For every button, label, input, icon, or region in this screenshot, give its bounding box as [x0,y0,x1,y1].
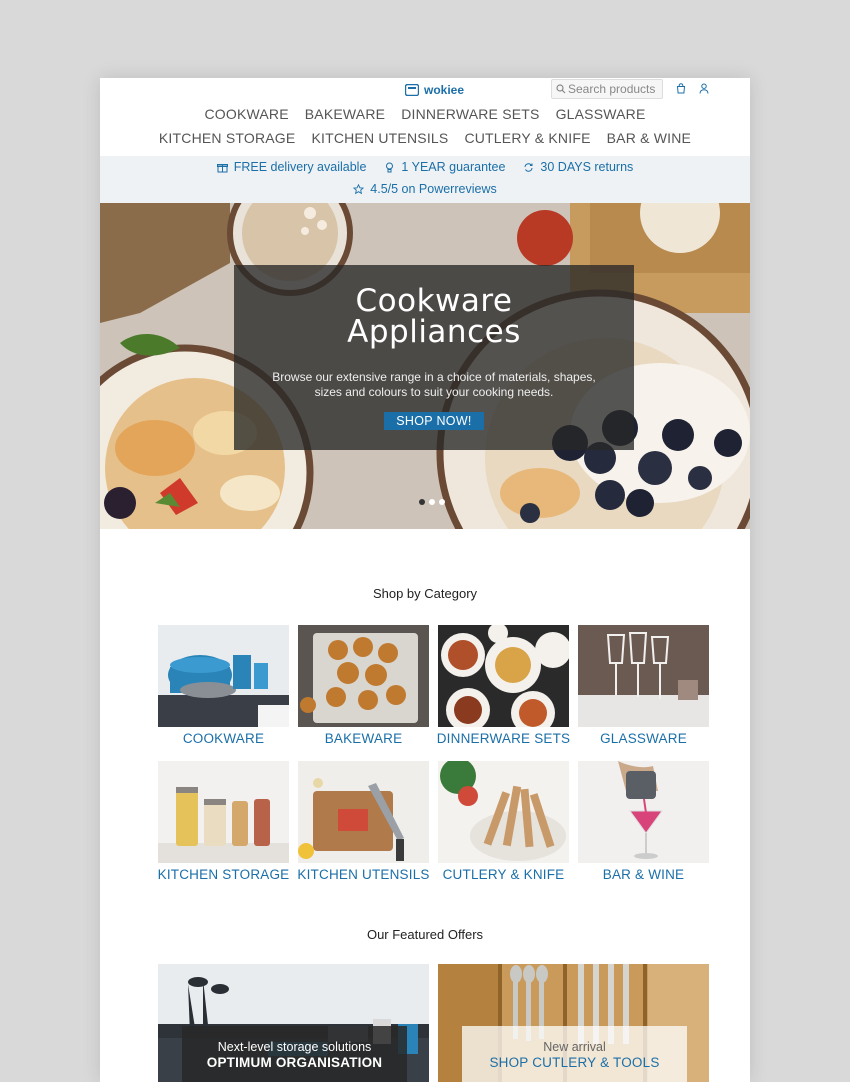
category-card-dinnerware-sets[interactable]: DINNERWARE SETS [436,625,571,746]
category-label-bar-wine: BAR & WINE [602,867,685,882]
search-box[interactable] [551,79,663,99]
offer-card-cutlery-tools[interactable]: New arrival SHOP CUTLERY & TOOLS [438,964,709,1082]
store-page: wokiee COOKWARE BAKEWARE DINNERWARE SETS… [100,78,750,1082]
benefit-reviews[interactable]: 4.5/5 on Powerreviews [353,182,497,196]
nav-dinnerware-sets[interactable]: DINNERWARE SETS [401,106,539,122]
category-label-dinnerware-sets: DINNERWARE SETS [436,731,571,746]
category-card-kitchen-utensils[interactable]: KITCHEN UTENSILS [297,761,430,882]
benefit-returns: 30 DAYS returns [523,160,633,174]
offer-title: SHOP CUTLERY & TOOLS [489,1055,660,1070]
bakeware-image [298,625,429,727]
category-card-bakeware[interactable]: BAKEWARE [298,625,429,746]
star-icon [353,183,365,195]
gift-icon [216,162,228,173]
shop-by-category-title: Shop by Category [372,586,478,601]
featured-offers: Next-level storage solutions OPTIMUM ORG… [158,964,709,1082]
bar-wine-image [578,761,709,863]
cookware-image [158,625,289,727]
search-icon [556,84,566,94]
benefit-reviews-text: 4.5/5 on Powerreviews [370,182,497,196]
category-label-bakeware: BAKEWARE [324,731,403,746]
category-grid-row-1: COOKWARE BAKEWARE DINNERWARE SETS GLASSW… [158,625,709,746]
offer-card-organisation[interactable]: Next-level storage solutions OPTIMUM ORG… [158,964,429,1082]
category-card-cookware[interactable]: COOKWARE [158,625,289,746]
benefit-returns-text: 30 DAYS returns [540,160,634,174]
return-arrows-icon [523,162,534,173]
nav-kitchen-storage[interactable]: KITCHEN STORAGE [159,130,296,146]
nav-glassware[interactable]: GLASSWARE [556,106,646,122]
hero-overlay: Cookware Appliances Browse our extensive… [234,265,634,450]
category-card-kitchen-storage[interactable]: KITCHEN STORAGE [158,761,289,882]
slider-dot-2[interactable] [429,499,435,505]
category-label-cookware: COOKWARE [182,731,265,746]
benefit-guarantee-text: 1 YEAR guarantee [401,160,506,174]
offer-subtitle: Next-level storage solutions [217,1040,372,1054]
nav-bar-wine[interactable]: BAR & WINE [607,130,691,146]
nav-bakeware[interactable]: BAKEWARE [305,106,385,122]
shop-now-button[interactable]: SHOP NOW! [384,412,484,430]
category-card-glassware[interactable]: GLASSWARE [578,625,709,746]
slider-dots [419,499,445,505]
category-card-cutlery-knife[interactable]: CUTLERY & KNIFE [438,761,569,882]
logo-text: wokiee [424,83,465,97]
slider-dot-3[interactable] [439,499,445,505]
lightbulb-icon [384,162,395,173]
hero-title-line-2: Appliances [347,314,521,350]
cart-icon[interactable] [675,82,687,94]
hero-title: Cookware Appliances [234,286,634,348]
benefit-delivery: FREE delivery available [216,160,367,174]
category-card-bar-wine[interactable]: BAR & WINE [578,761,709,882]
search-input[interactable] [566,82,660,96]
nav-cutlery-knife[interactable]: CUTLERY & KNIFE [464,130,590,146]
offer-caption-cutlery: New arrival SHOP CUTLERY & TOOLS [462,1026,687,1082]
dinnerware-image [438,625,569,727]
kitchen-utensils-image [298,761,429,863]
benefits-bar: FREE delivery available 1 YEAR guarantee… [100,156,750,204]
featured-offers-title: Our Featured Offers [366,927,484,942]
offer-subtitle: New arrival [543,1040,606,1054]
offer-title: OPTIMUM ORGANISATION [206,1055,383,1070]
hero-title-line-1: Cookware [355,283,513,319]
category-grid-row-2: KITCHEN STORAGE KITCHEN UTENSILS CUTLERY… [158,761,709,882]
main-nav-row-2: KITCHEN STORAGE KITCHEN UTENSILS CUTLERY… [100,130,750,146]
kitchen-storage-image [158,761,289,863]
hero-subtitle: Browse our extensive range in a choice o… [272,370,596,399]
category-label-cutlery-knife: CUTLERY & KNIFE [442,867,565,882]
nav-kitchen-utensils[interactable]: KITCHEN UTENSILS [311,130,448,146]
category-label-kitchen-utensils: KITCHEN UTENSILS [297,867,430,882]
site-logo[interactable]: wokiee [405,82,464,98]
benefit-delivery-text: FREE delivery available [233,160,367,174]
category-label-kitchen-storage: KITCHEN STORAGE [157,867,290,882]
hero-banner[interactable]: Cookware Appliances Browse our extensive… [100,203,750,529]
main-nav-row-1: COOKWARE BAKEWARE DINNERWARE SETS GLASSW… [100,106,750,122]
slider-dot-1[interactable] [419,499,425,505]
benefit-guarantee: 1 YEAR guarantee [384,160,505,174]
user-icon[interactable] [698,82,710,94]
nav-cookware[interactable]: COOKWARE [204,106,288,122]
cutlery-knife-image [438,761,569,863]
logo-icon [405,84,419,96]
category-label-glassware: GLASSWARE [600,731,687,746]
glassware-image [578,625,709,727]
offer-caption-organisation: Next-level storage solutions OPTIMUM ORG… [182,1026,407,1082]
